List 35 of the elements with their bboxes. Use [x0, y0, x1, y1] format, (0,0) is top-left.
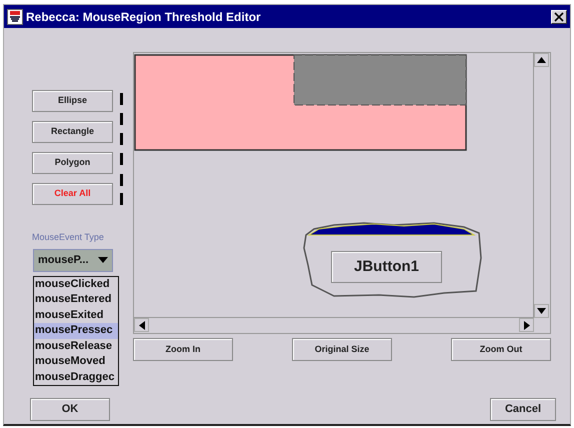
- dropdown-option[interactable]: mouseClicked: [34, 276, 118, 292]
- dash-mark: [120, 133, 123, 145]
- shape-button[interactable]: Rectangle: [32, 121, 113, 143]
- ok-button[interactable]: OK: [30, 398, 110, 421]
- up-arrow-icon: [537, 57, 546, 63]
- dropdown-option[interactable]: mouseDraggec: [34, 370, 118, 385]
- app-icon: [7, 8, 23, 24]
- zoom-button[interactable]: Zoom In: [133, 338, 233, 361]
- dash-mark: [120, 193, 123, 205]
- dropdown-option[interactable]: mouseExited: [34, 308, 118, 323]
- right-arrow-icon: [524, 320, 530, 330]
- dropdown-option[interactable]: mouseRelease: [34, 338, 118, 354]
- shape-button[interactable]: Ellipse: [32, 90, 113, 112]
- window-title: Rebecca: MouseRegion Threshold Editor: [26, 8, 261, 26]
- close-icon: [554, 12, 564, 22]
- dash-mark: [120, 113, 123, 125]
- close-button[interactable]: [551, 10, 567, 24]
- zoom-button[interactable]: Original Size: [292, 338, 392, 361]
- vertical-scrollbar[interactable]: [533, 53, 550, 318]
- dash-mark: [120, 153, 123, 165]
- dropdown-option[interactable]: mouseEntered: [34, 292, 118, 308]
- field-label: MouseEvent Type: [32, 231, 105, 244]
- event-type-dropdown[interactable]: mouseP...: [33, 248, 113, 272]
- cancel-button[interactable]: Cancel: [490, 398, 556, 421]
- dropdown-option[interactable]: mouseMoved: [34, 354, 118, 370]
- dash-mark: [120, 93, 123, 105]
- down-arrow-icon: [537, 308, 546, 314]
- dash-mark: [120, 174, 123, 186]
- zoom-button[interactable]: Zoom Out: [451, 338, 551, 361]
- caret-icon: [98, 257, 108, 263]
- left-arrow-icon: [138, 320, 144, 330]
- shape-button[interactable]: Polygon: [32, 152, 113, 174]
- horizontal-scrollbar[interactable]: [134, 317, 534, 333]
- region-button[interactable]: JButton1: [331, 251, 442, 283]
- dropdown-option[interactable]: mousePressec: [34, 323, 118, 338]
